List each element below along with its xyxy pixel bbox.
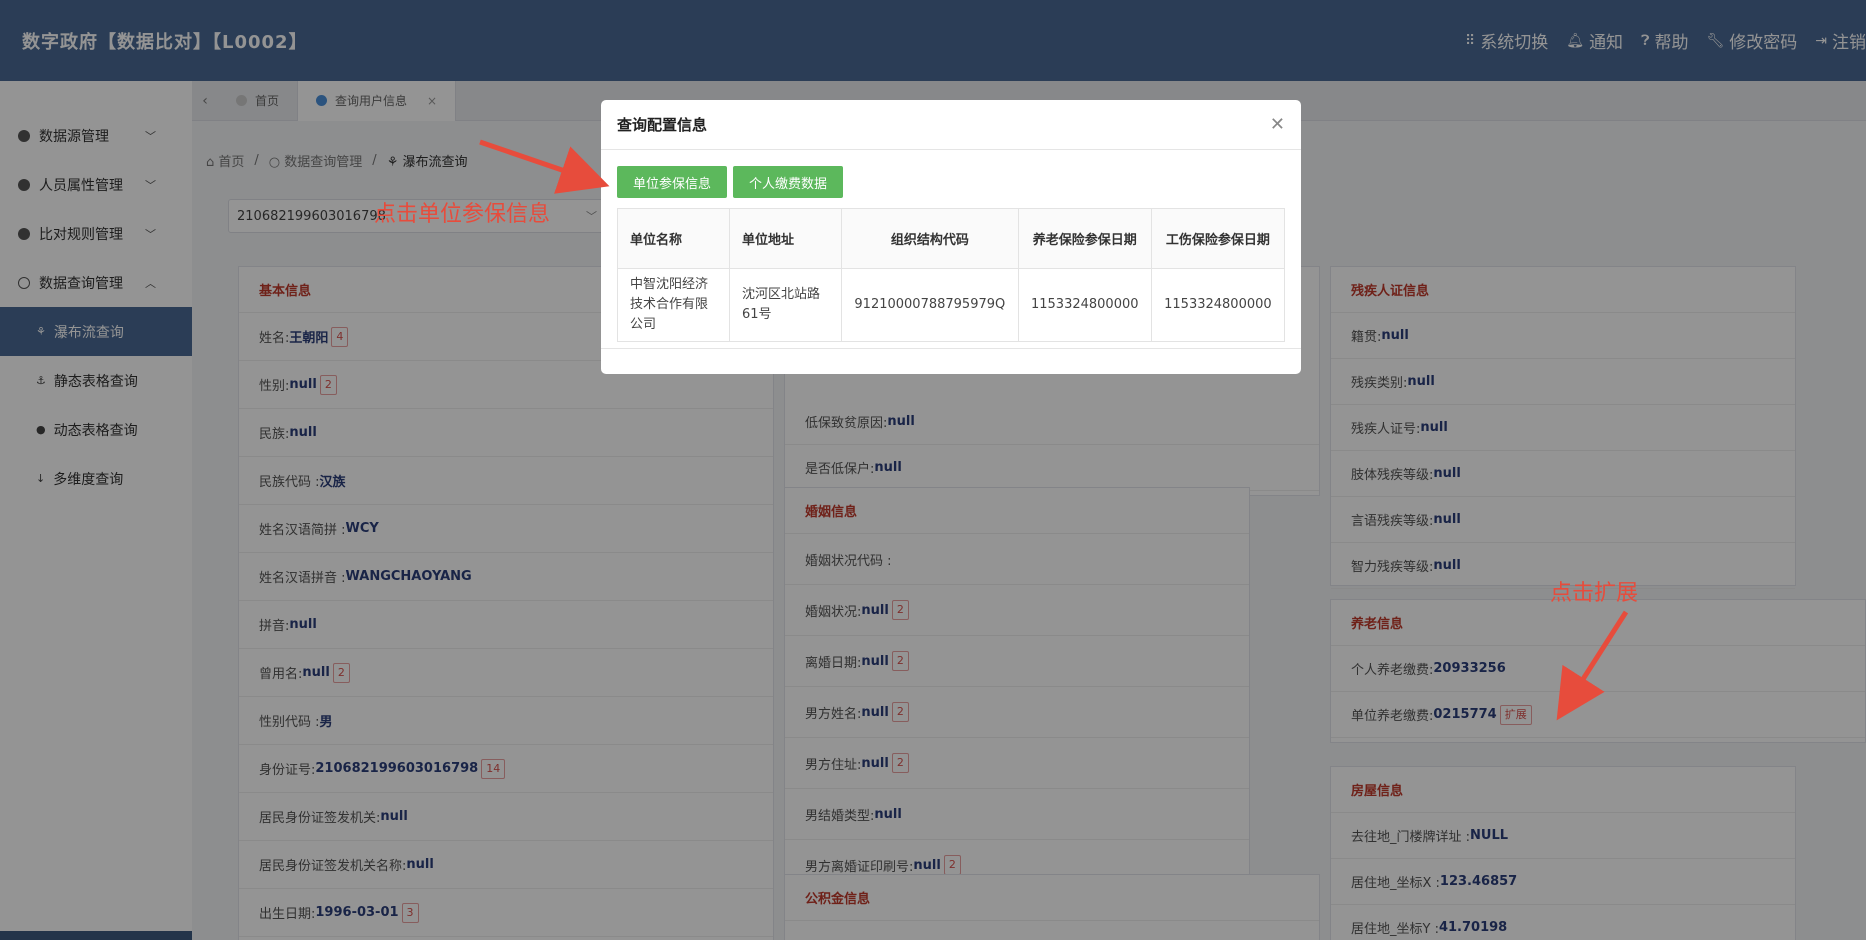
- annotation-arrows: [479, 139, 1629, 721]
- arrow-to-unit-button: [479, 139, 610, 194]
- annotation-right: 点击扩展: [1550, 581, 1639, 606]
- annotation-left: 点击单位参保信息: [374, 202, 551, 227]
- arrow-to-expand: [1556, 610, 1629, 721]
